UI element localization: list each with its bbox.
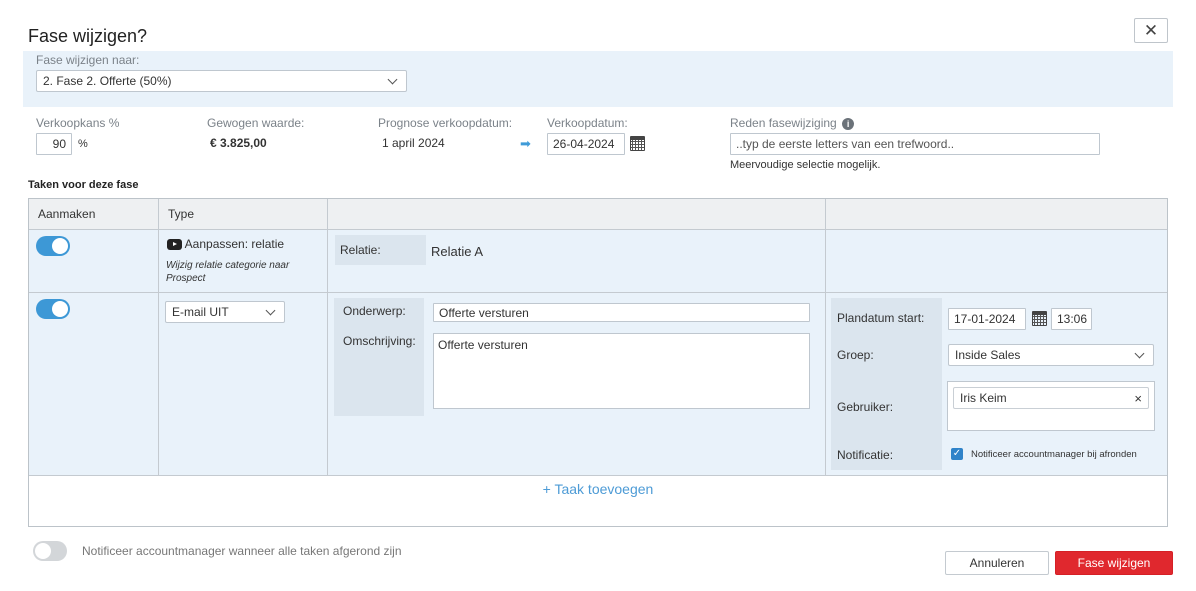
close-button[interactable]: ✕	[1134, 18, 1168, 43]
close-icon: ✕	[1143, 20, 1159, 40]
chance-value: 90	[52, 137, 66, 151]
dialog-title: Fase wijzigen?	[28, 26, 148, 46]
row1-create-toggle[interactable]	[36, 236, 70, 256]
table-header-row	[29, 199, 1167, 229]
reason-hint: Meervoudige selectie mogelijk.	[730, 159, 881, 171]
phase-select[interactable]: 2. Fase 2. Offerte (50%)	[36, 70, 407, 92]
start-date-input[interactable]: 17-01-2024	[948, 308, 1026, 330]
remove-icon[interactable]: ×	[1134, 391, 1142, 406]
sale-date-input[interactable]: 26-04-2024	[547, 133, 625, 155]
row1-type: Aanpassen: relatie	[167, 237, 284, 251]
start-label: Plandatum start:	[837, 311, 925, 325]
description-textarea[interactable]: Offerte versturen	[433, 333, 810, 409]
group-value: Inside Sales	[955, 348, 1021, 362]
notify-all-label: Notificeer accountmanager wanneer alle t…	[82, 544, 402, 558]
start-date-value: 17-01-2024	[954, 312, 1016, 326]
tasks-heading: Taken voor deze fase	[28, 179, 139, 191]
add-task-link[interactable]: + Taak toevoegen	[28, 481, 1168, 497]
user-tag-label: Iris Keim	[960, 391, 1007, 405]
video-icon	[167, 239, 182, 251]
subject-value: Offerte versturen	[439, 305, 529, 320]
start-time-input[interactable]: 13:06	[1051, 308, 1092, 330]
relation-value: Relatie A	[431, 244, 484, 259]
chance-label: Verkoopkans %	[36, 116, 120, 130]
cancel-button[interactable]: Annuleren	[945, 551, 1049, 575]
reason-input[interactable]: ..typ de eerste letters van een trefwoor…	[730, 133, 1100, 155]
chevron-down-icon	[265, 305, 276, 315]
notify-checkbox-label: Notificeer accountmanager bij afronden	[971, 449, 1137, 460]
row2-type-value: E-mail UIT	[172, 305, 229, 319]
reason-placeholder: ..typ de eerste letters van een trefwoor…	[736, 137, 955, 151]
start-time-value: 13:06	[1057, 312, 1088, 326]
chance-unit: %	[78, 138, 88, 150]
row2-type-select[interactable]: E-mail UIT	[165, 301, 285, 323]
row2-create-toggle[interactable]	[36, 299, 70, 319]
chevron-down-icon	[1134, 348, 1145, 358]
description-value: Offerte versturen	[438, 338, 528, 352]
info-icon[interactable]: i	[842, 117, 855, 130]
forecast-value: 1 april 2024	[382, 136, 445, 150]
calendar-icon[interactable]	[1032, 311, 1047, 326]
sale-date-value: 26-04-2024	[553, 137, 615, 151]
row1-type-label: Aanpassen: relatie	[184, 237, 285, 251]
calendar-icon[interactable]	[630, 136, 645, 151]
reason-label: Reden fasewijziging i	[730, 116, 855, 130]
phase-select-value: 2. Fase 2. Offerte (50%)	[43, 74, 172, 88]
chevron-down-icon	[387, 74, 398, 84]
phase-label: Fase wijzigen naar:	[36, 53, 140, 67]
group-select[interactable]: Inside Sales	[948, 344, 1154, 366]
confirm-button[interactable]: Fase wijzigen	[1055, 551, 1173, 575]
reason-label-text: Reden fasewijziging	[730, 116, 837, 130]
weighted-label: Gewogen waarde:	[207, 116, 305, 130]
arrow-right-icon: ➡	[520, 136, 531, 151]
column-header-create: Aanmaken	[38, 207, 96, 221]
notify-label: Notificatie:	[837, 448, 894, 462]
tasks-table: Aanmaken Type Aanpassen: relatie Wijzig …	[28, 198, 1168, 527]
row1-type-desc: Wijzig relatie categorie naar Prospect	[166, 260, 290, 284]
notify-all-toggle[interactable]	[33, 541, 67, 561]
description-label: Omschrijving:	[343, 334, 416, 348]
user-tag: Iris Keim ×	[953, 387, 1149, 409]
sale-date-label: Verkoopdatum:	[547, 116, 628, 130]
forecast-label: Prognose verkoopdatum:	[378, 116, 513, 130]
subject-label: Onderwerp:	[343, 304, 406, 318]
notify-checkbox[interactable]: ✓	[951, 448, 963, 460]
group-label: Groep:	[837, 348, 874, 362]
user-label: Gebruiker:	[837, 400, 894, 414]
weighted-value: € 3.825,00	[210, 136, 267, 150]
relation-label: Relatie:	[340, 243, 381, 257]
subject-input[interactable]: Offerte versturen	[433, 303, 810, 322]
column-header-type: Type	[168, 207, 195, 221]
chance-input[interactable]: 90	[36, 133, 72, 155]
